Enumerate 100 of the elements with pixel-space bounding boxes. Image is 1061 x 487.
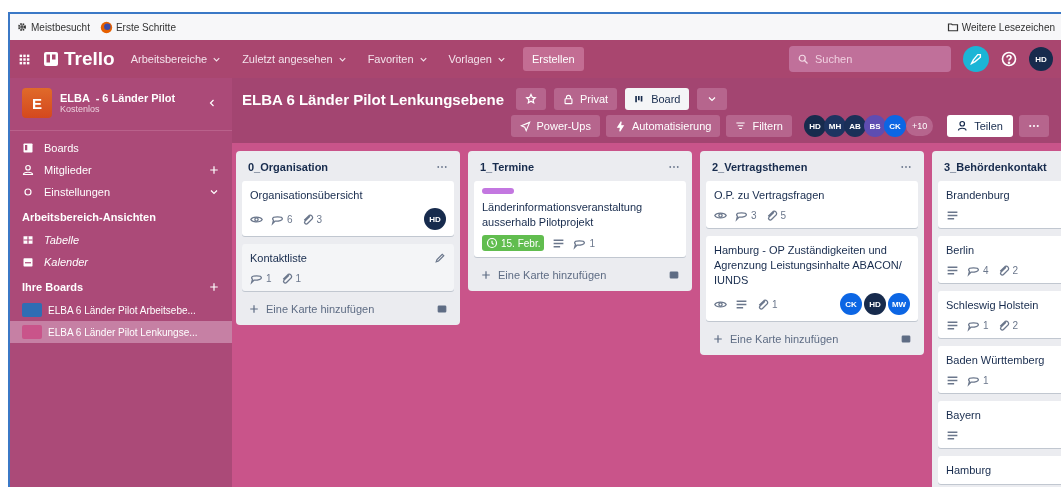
section-heading: Ihre Boards [22, 281, 84, 293]
template-icon [436, 303, 448, 315]
card-title: Berlin [946, 243, 976, 258]
workspace-logo: E [22, 88, 52, 118]
member-avatar[interactable]: MH [823, 115, 846, 137]
list-title: 0_Organisation [248, 161, 329, 173]
table-icon [22, 234, 34, 246]
badge-count: 6 [287, 213, 293, 225]
member-avatar[interactable]: MW [888, 293, 910, 315]
badge-count: 1 [295, 272, 302, 284]
card[interactable]: Schleswig Holstein 1 2 [938, 291, 1061, 338]
clock-icon [486, 237, 498, 249]
create-button[interactable]: Erstellen [522, 47, 584, 71]
card-title: O.P. zu Vertragsfragen [714, 188, 826, 203]
workspace-plan: Kostenlos [60, 104, 101, 114]
badge-count: 1 [266, 272, 272, 284]
plus-icon [480, 269, 492, 281]
card[interactable]: Brandenburg [938, 181, 1061, 228]
add-card-button[interactable]: Eine Karte hinzufügen [706, 329, 918, 349]
card-title: Länderinformationsveranstaltung ausserhalb Pilotprojekt [482, 200, 644, 230]
member-avatar[interactable]: HD [424, 208, 446, 230]
card-title: Hamburg - OP Zuständigkeiten und Agrenzung Leistungsinhalte ABACON/ IUNDS [714, 243, 903, 288]
bookmark-link[interactable]: Erste Schritte [115, 21, 176, 33]
sidebar-item[interactable]: Boards [44, 142, 79, 154]
board-link[interactable]: ELBA 6 Länder Pilot Lenkungse... [10, 321, 232, 343]
card[interactable]: O.P. zu Vertragsfragen 3 5 [706, 181, 918, 228]
star-button[interactable] [516, 88, 546, 110]
nav-menu[interactable]: Zuletzt angesehen [238, 49, 352, 69]
card[interactable]: Berlin 4 2 [938, 236, 1061, 283]
pencil-icon [434, 252, 446, 264]
card-title: Kontaktliste [250, 251, 308, 266]
person-icon [22, 164, 34, 176]
add-card-button[interactable]: Eine Karte hinzufügen [474, 265, 686, 285]
badge-count: 5 [780, 209, 787, 221]
sidebar-item[interactable]: Einstellungen [44, 186, 111, 198]
filter-icon [735, 120, 747, 132]
bookmark-link[interactable]: Meistbesucht [31, 21, 90, 33]
member-avatar[interactable]: HD [864, 293, 886, 315]
plus-icon [208, 281, 220, 293]
visibility-button[interactable]: Privat [554, 88, 618, 110]
plus-icon [712, 333, 724, 345]
badge-count: 4 [983, 264, 989, 276]
member-avatar[interactable]: CK [883, 115, 906, 137]
rocket-button[interactable] [963, 46, 989, 72]
card-title: Bayern [946, 408, 982, 423]
sidebar-item[interactable]: Mitglieder [44, 164, 92, 176]
add-card-button[interactable]: Eine Karte hinzufügen [242, 299, 454, 319]
member-avatar[interactable]: BS [863, 115, 886, 137]
card[interactable]: Hamburg [938, 456, 1061, 484]
badge-count: 1 [589, 237, 596, 249]
card[interactable]: Kontaktliste 1 1 [242, 244, 454, 291]
card[interactable]: Hamburg - OP Zuständigkeiten und Agrenzung Leistungsinhalte ABACON/ IUNDS 1 CK HD MW [706, 236, 918, 321]
card-title: Brandenburg [946, 188, 1011, 203]
sidebar-item[interactable]: Tabelle [44, 234, 80, 246]
list-title: 2_Vertragsthemen [712, 161, 808, 173]
board-icon [22, 142, 34, 154]
badge-count: 2 [1012, 264, 1019, 276]
paperclip-icon [756, 297, 769, 311]
nav-menu[interactable]: Favoriten [363, 49, 433, 69]
person-add-icon [957, 120, 970, 132]
card-title: Hamburg [946, 463, 993, 478]
list-title: 3_Behördenkontakt [944, 161, 1047, 173]
board-title: ELBA 6 Länder Pilot Lenkungsebene [242, 90, 504, 108]
search-field[interactable]: Suchen [789, 46, 951, 72]
badge-count: 1 [983, 374, 989, 386]
board-action-button[interactable]: Automatisierung [605, 115, 721, 137]
section-heading: Arbeitsbereich-Ansichten [22, 211, 156, 223]
member-avatar[interactable]: CK [840, 293, 862, 315]
card[interactable]: Länderinformationsveranstaltung ausserhalb Pilotprojekt 15. Febr. 1 [474, 181, 686, 257]
app-grid-icon [18, 52, 31, 66]
help-icon [1001, 51, 1017, 67]
view-dropdown[interactable] [697, 88, 728, 110]
workspace-name: ELBA - 6 Länder Pilot [60, 92, 176, 104]
sidebar-item[interactable]: Kalender [44, 256, 89, 268]
plus-icon [208, 164, 220, 176]
card[interactable]: Bayern [938, 401, 1061, 448]
member-avatar[interactable]: HD [803, 115, 826, 137]
folder-icon [946, 21, 959, 33]
user-avatar[interactable]: HD [1029, 47, 1053, 71]
more-members-badge[interactable]: +10 [905, 116, 934, 136]
member-avatar[interactable]: AB [843, 115, 866, 137]
list-title: 1_Termine [480, 161, 535, 173]
board-link[interactable]: ELBA 6 Länder Pilot Arbeitsebe... [10, 299, 232, 321]
bookmarks-folder[interactable]: Weitere Lesezeichen [961, 21, 1055, 33]
nav-menu[interactable]: Arbeitsbereiche [126, 49, 227, 69]
badge-count: 2 [1012, 319, 1019, 331]
board-action-button[interactable]: Filtern [726, 115, 792, 137]
globe-icon [99, 20, 113, 34]
badge-count: 1 [772, 298, 778, 310]
card[interactable]: Baden Württemberg 1 [938, 346, 1061, 393]
calendar-icon [22, 256, 34, 268]
template-icon [900, 333, 912, 345]
board-action-button[interactable]: Power-Ups [510, 115, 600, 137]
app-logo[interactable]: Trello [64, 48, 115, 70]
nav-menu[interactable]: Vorlagen [444, 49, 511, 69]
view-tab[interactable]: Board [625, 88, 690, 110]
card[interactable]: Organisationsübersicht 6 3 HD [242, 181, 454, 236]
share-button[interactable]: Teilen [947, 115, 1013, 137]
template-icon [668, 269, 680, 281]
badge-count: 3 [751, 209, 757, 221]
